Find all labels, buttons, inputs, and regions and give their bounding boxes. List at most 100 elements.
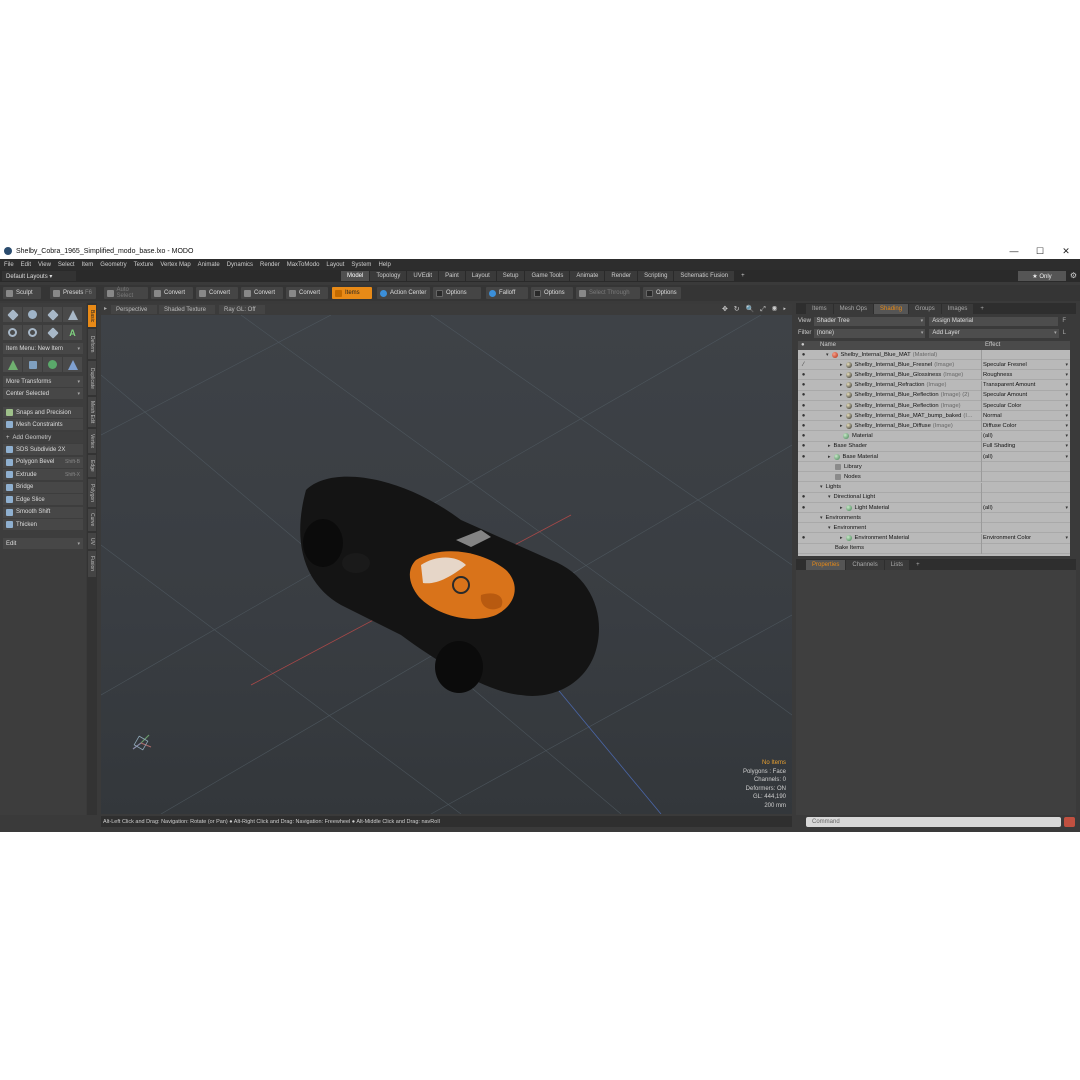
menu-item-dynamics[interactable]: Dynamics: [227, 262, 253, 268]
layer-effect[interactable]: Specular Color: [983, 403, 1021, 409]
menu-item-select[interactable]: Select: [58, 262, 75, 268]
shader-tree-row[interactable]: ● ▸ Shelby_Internal_Blue_Reflection (Image)…: [798, 390, 1070, 401]
torus-tool[interactable]: [3, 325, 22, 340]
chevron-down-icon[interactable]: ▾: [1065, 362, 1068, 368]
add-prop-tab-button[interactable]: +: [910, 560, 926, 570]
vtab-mesh-edit[interactable]: Mesh Edit: [88, 397, 96, 427]
tool-edge-slice[interactable]: Edge Slice: [3, 494, 83, 505]
right-tab-mesh-ops[interactable]: Mesh Ops: [833, 303, 874, 314]
tab-render[interactable]: Render: [605, 271, 638, 281]
more-transforms-dropdown[interactable]: More Transforms ▾: [3, 376, 83, 387]
menu-item-item[interactable]: Item: [82, 262, 94, 268]
raygl-dropdown[interactable]: Ray GL: Off: [219, 305, 265, 314]
shader-tree-row[interactable]: ● ▸ Light Material (all) ▾: [798, 503, 1070, 514]
convert-button-2[interactable]: Convert: [196, 287, 238, 299]
shader-tree-row[interactable]: Library: [798, 462, 1070, 473]
tab-schematic-fusion[interactable]: Schematic Fusion: [674, 271, 735, 281]
shader-tree-row[interactable]: ● ▸ Base Material (all) ▾: [798, 452, 1070, 463]
shader-tree-row[interactable]: ● ▸ Shelby_Internal_Blue_Reflection (Image)…: [798, 401, 1070, 412]
shader-tree-row[interactable]: Nodes: [798, 472, 1070, 483]
cone-tool[interactable]: [63, 307, 82, 322]
expand-toggle-icon[interactable]: ▸: [840, 362, 843, 368]
vtab-uv[interactable]: UV: [88, 533, 96, 549]
right-tab-items[interactable]: Items: [806, 303, 833, 314]
visibility-eye-icon[interactable]: ●: [800, 443, 807, 449]
tool-thicken[interactable]: Thicken: [3, 519, 83, 530]
tool-sds-subdivide-2x[interactable]: SDS Subdivide 2X: [3, 444, 83, 455]
tab-scripting[interactable]: Scripting: [638, 271, 674, 281]
tab-uvedit[interactable]: UVEdit: [407, 271, 439, 281]
layer-effect[interactable]: Specular Fresnel: [983, 362, 1027, 368]
assign-material-button[interactable]: Assign Material: [929, 316, 1059, 326]
menu-item-render[interactable]: Render: [260, 262, 280, 268]
chevron-down-icon[interactable]: ▾: [1065, 535, 1068, 541]
shading-dropdown[interactable]: Shaded Texture: [159, 305, 215, 314]
mesh-constraints-button[interactable]: Mesh Constraints: [3, 419, 83, 430]
options-button-1[interactable]: Options: [433, 287, 481, 299]
menu-item-view[interactable]: View: [38, 262, 51, 268]
chevron-down-icon[interactable]: ▾: [1065, 423, 1068, 429]
camera-tool[interactable]: [63, 357, 82, 372]
add-geometry-header[interactable]: + Add Geometry: [3, 432, 83, 443]
visibility-eye-icon[interactable]: ⁄: [800, 362, 807, 368]
vtab-deform[interactable]: Deform: [88, 329, 96, 359]
wedge-tool[interactable]: [43, 325, 62, 340]
chevron-down-icon[interactable]: ▾: [1065, 372, 1068, 378]
viewport-nav-icons[interactable]: ✥ ↻ 🔍 ⤢ ◉ ▸: [722, 305, 788, 314]
menu-item-geometry[interactable]: Geometry: [100, 262, 126, 268]
convert-button-4[interactable]: Convert: [286, 287, 328, 299]
layer-effect[interactable]: (all): [983, 505, 993, 511]
shader-tree-row[interactable]: ▾ Environments: [798, 513, 1070, 524]
shader-tree-row[interactable]: ● ▸ Environment Material Environment Color ▾: [798, 533, 1070, 544]
center-selected-dropdown[interactable]: Center Selected ▾: [3, 388, 83, 399]
locator-tool[interactable]: [3, 357, 22, 372]
expand-toggle-icon[interactable]: ▸: [840, 413, 843, 419]
visibility-eye-icon[interactable]: ●: [800, 392, 807, 398]
items-mode-button[interactable]: Items: [332, 287, 372, 299]
prop-tab-channels[interactable]: Channels: [846, 559, 884, 570]
menu-item-vertex-map[interactable]: Vertex Map: [160, 262, 190, 268]
menu-item-animate[interactable]: Animate: [198, 262, 220, 268]
options-button-3[interactable]: Options: [643, 287, 681, 299]
add-right-tab-button[interactable]: +: [974, 304, 990, 314]
layer-effect[interactable]: Roughness: [983, 372, 1012, 378]
tool-smooth-shift[interactable]: Smooth Shift: [3, 506, 83, 518]
menu-item-texture[interactable]: Texture: [134, 262, 154, 268]
convert-button-3[interactable]: Convert: [241, 287, 283, 299]
expand-toggle-icon[interactable]: ▸: [840, 372, 843, 378]
visibility-eye-icon[interactable]: ●: [800, 352, 807, 358]
maximize-button[interactable]: ☐: [1028, 243, 1052, 259]
menu-item-edit[interactable]: Edit: [21, 262, 31, 268]
chevron-down-icon[interactable]: ▾: [1065, 433, 1068, 439]
3d-viewport[interactable]: No Items Polygons : Face Channels: 0 Def…: [101, 315, 792, 814]
view-dropdown[interactable]: Shader Tree ▾: [813, 316, 926, 326]
minimize-button[interactable]: —: [1002, 243, 1026, 259]
shader-tree-row[interactable]: Bake Items: [798, 543, 1070, 554]
name-column-header[interactable]: Name: [820, 342, 836, 348]
visibility-eye-icon[interactable]: ●: [800, 433, 807, 439]
chevron-down-icon[interactable]: ▾: [1065, 443, 1068, 449]
cylinder-tool[interactable]: [43, 307, 62, 322]
expand-toggle-icon[interactable]: ▾: [826, 352, 829, 358]
vtab-fusion[interactable]: Fusion: [88, 551, 96, 577]
menu-item-maxtomodo[interactable]: MaxToModo: [287, 262, 320, 268]
layer-effect[interactable]: (all): [983, 454, 993, 460]
chevron-down-icon[interactable]: ▾: [1065, 454, 1068, 460]
shader-tree-row[interactable]: ● ▸ Shelby_Internal_Refraction (Image) Trans…: [798, 380, 1070, 391]
item-menu-dropdown[interactable]: Item Menu: New Item ▾: [3, 343, 83, 354]
select-through-button[interactable]: Select Through: [576, 287, 640, 299]
filter-dropdown[interactable]: (none) ▾: [813, 328, 926, 338]
shader-tree-row[interactable]: ● ▸ Shelby_Internal_Blue_Glossiness (Image)…: [798, 370, 1070, 381]
expand-toggle-icon[interactable]: ▸: [828, 454, 831, 460]
right-tab-shading[interactable]: Shading: [874, 303, 909, 314]
layer-effect[interactable]: Full Shading: [983, 443, 1015, 449]
expand-toggle-icon[interactable]: ▾: [820, 515, 823, 521]
chevron-down-icon[interactable]: ▾: [1065, 413, 1068, 419]
chevron-down-icon[interactable]: ▾: [1065, 382, 1068, 388]
action-center-button[interactable]: Action Center: [377, 287, 430, 299]
chevron-down-icon[interactable]: ▾: [1065, 505, 1068, 511]
effect-column-header[interactable]: Effect: [985, 342, 1000, 348]
presets-button[interactable]: Presets F6: [50, 287, 96, 299]
expand-toggle-icon[interactable]: ▸: [840, 535, 843, 541]
layer-effect[interactable]: (all): [983, 433, 993, 439]
